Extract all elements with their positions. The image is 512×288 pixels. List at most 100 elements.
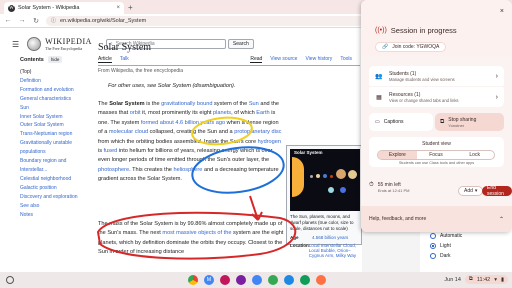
students-card[interactable]: 👥 Students (1) Manage students and view … — [369, 66, 504, 86]
article-link[interactable]: gravitationally bound — [161, 101, 212, 107]
docs-app-icon[interactable] — [252, 275, 262, 285]
infobox: Solar System The Sun, planets, moons, an… — [286, 145, 362, 258]
article-text: from which the orbiting bodies assembled… — [98, 138, 258, 145]
article-link[interactable]: most massive objects of the — [162, 230, 231, 236]
captions-icon: ▭ — [375, 119, 380, 125]
tab-view-history[interactable]: View history — [305, 56, 332, 63]
toc-item[interactable]: Inner Solar System — [20, 113, 82, 122]
appearance-dark[interactable]: Dark — [430, 251, 512, 261]
launcher-icon[interactable] — [6, 276, 14, 284]
main-menu-icon[interactable]: ☰ — [12, 40, 19, 49]
resources-subtitle: View or change shared tabs and links — [389, 97, 459, 103]
forward-button[interactable]: → — [18, 17, 26, 24]
article-text: is the — [144, 101, 162, 107]
files-app-icon[interactable] — [284, 275, 294, 285]
classroom-app-icon[interactable] — [300, 275, 310, 285]
timer-icon: ⏱ — [369, 182, 374, 188]
article-link[interactable]: fused — [104, 148, 118, 154]
end-session-button[interactable]: End session — [482, 185, 512, 197]
tab-talk[interactable]: Talk — [120, 56, 129, 63]
article-link[interactable]: heliosphere — [173, 167, 202, 173]
tab-close-icon[interactable]: × — [116, 5, 120, 11]
infobox-value[interactable]: Local Interstellar Cloud, Local Bubble, … — [309, 243, 358, 258]
article-link[interactable]: Sun — [249, 101, 259, 107]
article-link[interactable]: molecular cloud — [109, 129, 148, 135]
stop-sharing-button[interactable]: ⧉ Stop sharing Yonotner — [435, 113, 504, 131]
app-icon-pink[interactable] — [220, 275, 230, 285]
infobox-value[interactable]: 4.568 billion years — [312, 235, 348, 240]
article-text: it, most prominently its eight — [140, 110, 214, 117]
article-link[interactable]: protoplanetary disc — [234, 129, 281, 135]
sheets-app-icon[interactable] — [268, 275, 278, 285]
infobox-row: Age 4.568 billion years — [287, 232, 361, 240]
captions-button[interactable]: ▭ Captions — [369, 113, 433, 131]
article-link[interactable]: orbit — [130, 110, 141, 116]
resources-icon: ▦ — [376, 94, 382, 101]
toc-item[interactable]: Discovery and exploration — [20, 193, 82, 202]
student-view-label: Student view — [422, 141, 451, 147]
appearance-automatic[interactable]: Automatic — [430, 231, 512, 241]
add-time-button[interactable]: Add ▾ — [458, 186, 484, 196]
new-tab-button[interactable]: + — [128, 3, 133, 12]
article-link[interactable]: photosphere — [98, 167, 129, 173]
infobox-caption: The Sun, planets, moons, and dwarf plane… — [290, 214, 354, 231]
appearance-light[interactable]: Light — [430, 241, 512, 251]
view-mode-lock[interactable]: Lock — [455, 151, 494, 159]
toc-item[interactable]: Notes — [20, 211, 82, 220]
app-icon-orange[interactable] — [316, 275, 326, 285]
page-title: Solar System — [98, 42, 152, 53]
article-link[interactable]: formed about 4.6 billion years ago — [141, 120, 225, 126]
view-mode-explore[interactable]: Explore — [378, 151, 417, 159]
site-info-icon[interactable]: ⓘ — [51, 17, 56, 24]
gmail-app-icon[interactable]: M — [204, 275, 214, 285]
tab-view-source[interactable]: View source — [270, 56, 297, 63]
toc-item[interactable]: Sun — [20, 104, 82, 113]
class-tools-panel: × ((•)) Session in progress 🔗 Join code:… — [361, 0, 512, 232]
status-area[interactable]: Jun 14 ⧉ 11:42 ▾ ▮ — [444, 275, 508, 284]
appearance-options: Automatic Light Dark — [420, 226, 512, 272]
help-feedback-row[interactable]: Help, feedback, and more ⌃ — [361, 206, 512, 232]
reload-button[interactable]: ↻ — [32, 17, 40, 25]
tab-read[interactable]: Read — [250, 56, 263, 63]
view-mode-hint: Students can use Class tools and other a… — [398, 161, 475, 165]
toc-item[interactable]: See also — [20, 202, 82, 211]
toc-item[interactable]: Definition — [20, 77, 82, 86]
toc-item[interactable]: Boundary region and Interstellar... — [20, 157, 82, 175]
students-subtitle: Manage students and view screens — [389, 76, 455, 82]
browser-tab[interactable]: W Solar System - Wikipedia × — [4, 2, 124, 14]
article-link[interactable]: hydrogen — [258, 139, 281, 145]
toc-item[interactable]: Celestial neighborhood — [20, 175, 82, 184]
toc-item[interactable]: (Top) — [20, 68, 82, 77]
solar-system-image[interactable]: Solar System — [290, 149, 360, 211]
cast-icon: ⧉ — [440, 118, 445, 125]
address-bar[interactable]: ⓘ en.wikipedia.org/wiki/Solar_System — [46, 15, 366, 26]
close-icon[interactable]: × — [500, 8, 504, 15]
chrome-app-icon[interactable] — [188, 275, 198, 285]
view-mode-focus[interactable]: Focus — [417, 151, 456, 159]
tab-tools[interactable]: Tools — [340, 56, 352, 63]
planet-earth — [323, 174, 327, 178]
wikipedia-wordmark[interactable]: WIKIPEDIA The Free Encyclopedia — [45, 37, 92, 51]
resources-card[interactable]: ▦ Resources (1) View or change shared ta… — [369, 87, 504, 107]
app-icon-purple[interactable] — [236, 275, 246, 285]
wiki-search-button[interactable]: Search — [227, 39, 254, 49]
toc-item[interactable]: General characteristics — [20, 95, 82, 104]
toc-item[interactable]: Formation and evolution — [20, 86, 82, 95]
article-text: system of the — [212, 101, 249, 107]
wikipedia-logo[interactable] — [27, 37, 42, 51]
back-button[interactable]: ← — [4, 17, 12, 24]
article-link[interactable]: Earth — [256, 110, 269, 116]
join-code-chip[interactable]: 🔗 Join code: YGWOQA — [375, 42, 447, 52]
join-code-text: Join code: YGWOQA — [392, 44, 440, 50]
article-link[interactable]: planets — [213, 110, 231, 116]
toc-title: Contents — [20, 56, 44, 63]
page-tabs: Article Talk Read View source View histo… — [98, 56, 360, 66]
shelf: M Jun 14 ⧉ 11:42 ▾ ▮ — [0, 272, 512, 288]
toc-item[interactable]: Galactic position — [20, 184, 82, 193]
toc-item[interactable]: Outer Solar System — [20, 121, 82, 130]
hatnote: For other uses, see Solar System (disamb… — [108, 83, 236, 89]
toc-hide-button[interactable]: hide — [47, 56, 63, 63]
toc-item[interactable]: Gravitationally unstable populations — [20, 139, 82, 157]
tab-article[interactable]: Article — [98, 56, 112, 63]
toc-item[interactable]: Trans-Neptunian region — [20, 130, 82, 139]
